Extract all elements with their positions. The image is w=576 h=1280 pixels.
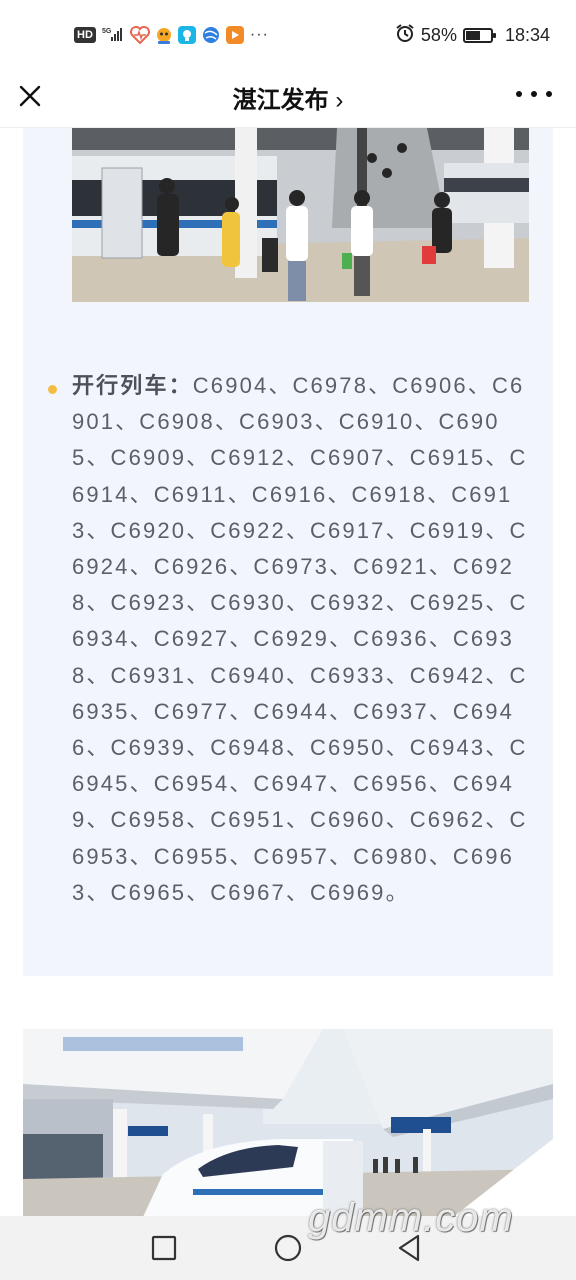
app-face-icon bbox=[154, 26, 172, 44]
status-right: 58% 18:34 bbox=[395, 23, 550, 47]
account-title: 湛江发布 bbox=[232, 87, 329, 114]
signal-label: 5G bbox=[102, 28, 112, 35]
status-left: HD 5G ··· bbox=[74, 24, 269, 46]
battery-icon bbox=[462, 27, 496, 43]
alarm-icon bbox=[395, 23, 415, 48]
train-list-item: 开行列车：C6904、C6978、C6906、C6901、C6908、C6903… bbox=[46, 368, 536, 911]
hd-icon: HD bbox=[74, 27, 96, 43]
signal-icon: 5G bbox=[102, 26, 124, 44]
more-icon[interactable] bbox=[516, 82, 552, 106]
health-heart-icon bbox=[129, 26, 150, 45]
lightbulb-app-icon bbox=[177, 26, 196, 44]
train-list-paragraph: 开行列车：C6904、C6978、C6906、C6901、C6908、C6903… bbox=[72, 368, 536, 911]
station-train-photo bbox=[23, 1029, 553, 1217]
chevron-right-icon: › bbox=[335, 87, 344, 114]
account-title-link[interactable]: 湛江发布 › bbox=[0, 80, 576, 115]
train-list-label: 开行列车： bbox=[72, 373, 193, 398]
globe-app-icon bbox=[202, 26, 220, 44]
status-bar: HD 5G ··· 58% 18:34 bbox=[0, 0, 576, 68]
recents-square-icon[interactable] bbox=[148, 1232, 180, 1264]
more-notifications-icon: ··· bbox=[249, 26, 269, 43]
watermark-text: gdmm.com bbox=[308, 1196, 514, 1240]
clock: 18:34 bbox=[504, 24, 550, 45]
video-app-icon bbox=[225, 26, 244, 44]
battery-percent: 58% bbox=[420, 24, 457, 45]
bullet-dot-icon bbox=[48, 385, 57, 394]
home-circle-icon[interactable] bbox=[272, 1232, 304, 1264]
battery-fill bbox=[465, 30, 480, 40]
platform-passengers-photo bbox=[72, 128, 529, 302]
nav-bar: 湛江发布 › bbox=[0, 68, 576, 128]
train-list-value: C6904、C6978、C6906、C6901、C6908、C6903、C691… bbox=[72, 373, 528, 905]
